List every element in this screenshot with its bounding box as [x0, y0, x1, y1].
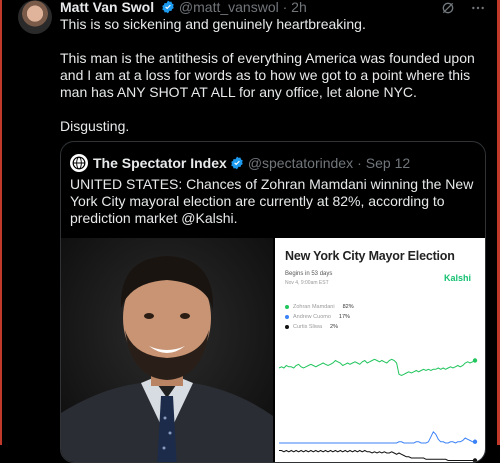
author-avatar[interactable]: [18, 0, 52, 34]
chart-legend: Zohran Mamdani 82% Andrew Cuomo 17% Curt…: [285, 302, 354, 332]
tweet-paragraph-1: This is so sickening and genuinely heart…: [60, 16, 366, 32]
tweet-paragraph-3: Disgusting.: [60, 118, 130, 134]
tweet-top-actions: [440, 0, 486, 16]
author-handle[interactable]: @matt_vanswol: [179, 0, 279, 15]
series-line-1: [279, 430, 475, 444]
kalshi-chart-card[interactable]: New York City Mayor Election Begins in 5…: [275, 238, 485, 462]
verified-badge-icon: [162, 0, 174, 14]
kalshi-logo: Kalshi: [443, 273, 471, 283]
quoted-author-name[interactable]: The Spectator Index: [93, 155, 227, 171]
series-endpoint-1: [472, 439, 478, 444]
dot-separator: ·: [357, 155, 362, 171]
series-endpoint-0: [472, 358, 478, 363]
legend-item: Andrew Cuomo 17%: [285, 312, 354, 322]
legend-series-name: Zohran Mamdani: [293, 304, 335, 310]
legend-item: Curtis Sliwa 2%: [285, 322, 354, 332]
series-endpoint-2: [472, 458, 478, 462]
tweet-time[interactable]: 2h: [291, 0, 307, 15]
legend-series-name: Curtis Sliwa: [293, 324, 323, 330]
chart-title: New York City Mayor Election: [285, 249, 455, 263]
legend-dot: [285, 325, 289, 329]
tweet-header: Matt Van Swol @matt_vanswol · 2h: [60, 0, 307, 15]
more-options-icon[interactable]: [470, 0, 486, 16]
legend-series-value: 17%: [338, 314, 350, 320]
quoted-author-avatar[interactable]: [70, 154, 88, 172]
legend-series-name: Andrew Cuomo: [293, 314, 331, 320]
legend-series-value: 2%: [330, 324, 338, 330]
verified-badge-icon: [231, 156, 243, 170]
line-chart: [278, 358, 478, 462]
chart-date: Nov 4, 9:00am EST: [285, 280, 329, 286]
dot-separator: ·: [282, 0, 292, 15]
quoted-author-handle[interactable]: @spectatorindex: [248, 155, 353, 171]
series-line-2: [279, 449, 475, 461]
portrait-photo[interactable]: [61, 238, 273, 462]
chart-subtitle: Begins in 53 days: [285, 271, 333, 277]
tweet-text: This is so sickening and genuinely heart…: [60, 16, 490, 152]
legend-dot: [285, 315, 289, 319]
legend-dot: [285, 305, 289, 309]
quoted-tweet-text: UNITED STATES: Chances of Zohran Mamdani…: [70, 176, 474, 226]
tweet-paragraph-2: This man is the antithesis of everything…: [60, 50, 475, 100]
series-line-0: [278, 358, 476, 377]
globe-logo-icon: [72, 156, 86, 170]
grok-icon[interactable]: [440, 0, 456, 16]
legend-series-value: 82%: [342, 304, 354, 310]
portrait-illustration: [61, 238, 273, 462]
author-name[interactable]: Matt Van Swol: [60, 0, 154, 15]
quoted-tweet-card[interactable]: The Spectator Index @spectatorindex · Se…: [60, 141, 486, 463]
quoted-tweet-header: The Spectator Index @spectatorindex · Se…: [70, 154, 410, 172]
quoted-tweet-date[interactable]: Sep 12: [366, 155, 410, 171]
quoted-tweet-media[interactable]: New York City Mayor Election Begins in 5…: [61, 238, 485, 462]
legend-item: Zohran Mamdani 82%: [285, 302, 354, 312]
screenshot-border-left: [0, 0, 2, 445]
